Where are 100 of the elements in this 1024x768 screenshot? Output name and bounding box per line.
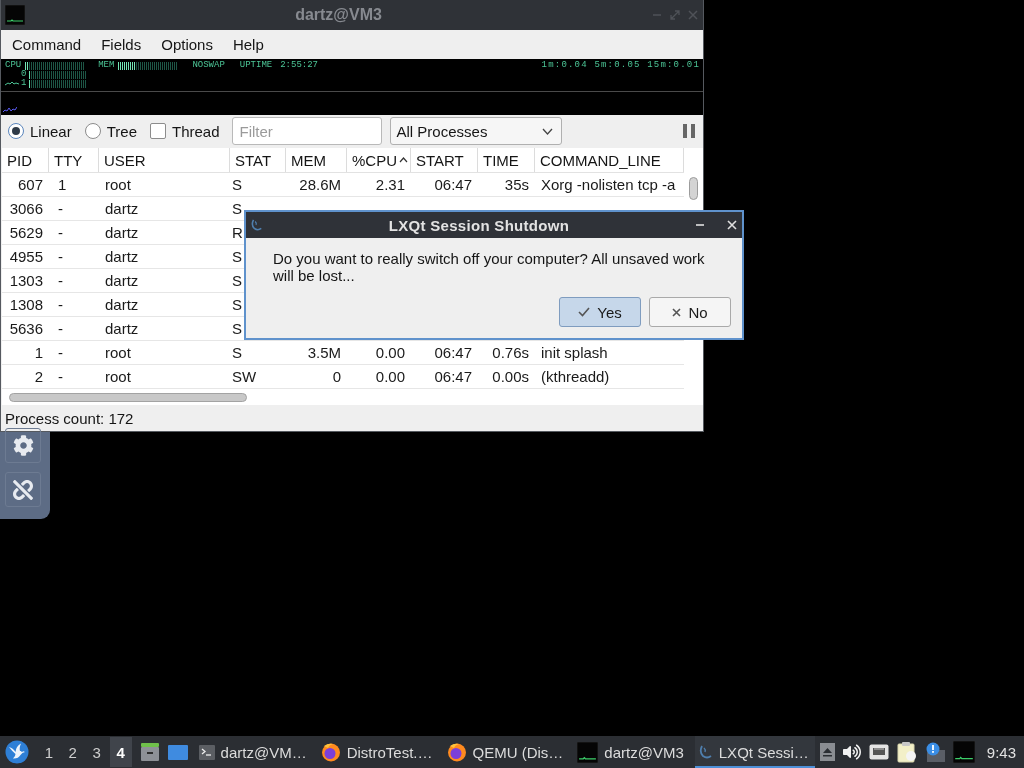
column-header[interactable]: %CPU: [347, 148, 411, 172]
memory-history-sparkline: [3, 105, 17, 113]
cpu-history-sparkline: [5, 81, 19, 86]
taskbar-button[interactable]: LXQt Sessi…: [694, 736, 815, 768]
pause-icon[interactable]: [683, 124, 695, 138]
desktop-switcher-button[interactable]: 1: [37, 737, 60, 767]
broken-link-icon: [13, 479, 33, 500]
table-cell: 1: [34, 344, 43, 361]
file-cabinet-icon[interactable]: [139, 742, 160, 762]
core-label: 1: [21, 79, 26, 88]
cross-icon: [672, 307, 682, 317]
menu-item[interactable]: Command: [2, 31, 92, 58]
system-monitor-icon: [5, 5, 25, 25]
radio-button[interactable]: Linear: [8, 122, 72, 140]
table-cell: 3.5M: [307, 344, 341, 361]
table-cell: 06:47: [434, 176, 472, 193]
table-cell: 06:47: [434, 344, 472, 361]
eject-icon[interactable]: [819, 743, 835, 761]
dialog-button[interactable]: Yes: [559, 297, 641, 327]
column-header[interactable]: PID: [2, 148, 49, 172]
checkbox[interactable]: Thread: [150, 122, 220, 140]
start-menu-button[interactable]: [4, 739, 30, 765]
taskbar-button[interactable]: DistroTest.…: [317, 736, 439, 768]
table-cell: 2.31: [375, 176, 405, 193]
table-cell: 35s: [504, 176, 529, 193]
table-cell: -: [58, 344, 63, 361]
swirl-logo-icon: [250, 218, 263, 232]
table-cell: 0: [332, 368, 341, 385]
table-cell: (kthreadd): [541, 368, 610, 385]
taskbar-button[interactable]: dartz@VM…: [195, 736, 313, 768]
table-cell: S: [232, 200, 242, 217]
table-cell: root: [105, 344, 131, 361]
column-header[interactable]: COMMAND_LINE: [535, 148, 684, 172]
table-cell: Xorg -nolisten tcp -a: [541, 176, 676, 193]
scrollbar-thumb[interactable]: [9, 392, 247, 402]
clipboard-icon[interactable]: [896, 741, 917, 763]
menu-item[interactable]: Options: [151, 31, 223, 58]
desktop-switcher-button[interactable]: 2: [61, 737, 84, 767]
unlink-button[interactable]: [5, 472, 41, 507]
uptime-value: 2:55:27: [280, 61, 319, 70]
core-label: 0: [21, 70, 26, 79]
table-cell: 06:47: [434, 368, 472, 385]
process-scope-dropdown[interactable]: All Processes: [389, 117, 562, 145]
dialog-message: Do you want to really switch off your computer? All unsaved work will be lost...: [273, 250, 706, 284]
menu-item[interactable]: Fields: [91, 31, 152, 58]
scrollbar-thumb[interactable]: [689, 177, 698, 200]
table-cell: -: [58, 224, 63, 241]
swirl-logo-icon: [697, 744, 713, 760]
taskbar-button[interactable]: QEMU (Dis…: [443, 736, 570, 768]
meter-label: MEM: [98, 61, 115, 70]
table-cell: 0.00: [375, 368, 405, 385]
column-header[interactable]: START: [411, 148, 478, 172]
column-header[interactable]: TIME: [478, 148, 535, 172]
table-cell: dartz: [105, 320, 139, 337]
clock: 9:43: [986, 743, 1016, 761]
table-cell: 0.00: [375, 344, 405, 361]
column-header[interactable]: TTY: [49, 148, 99, 172]
table-cell: 28.6M: [299, 176, 341, 193]
status-text: Process count: 172: [5, 409, 134, 427]
table-cell: R: [232, 224, 243, 241]
desktop-switcher-button[interactable]: 4: [109, 737, 132, 767]
bird-logo-icon: [4, 740, 29, 764]
table-cell: S: [232, 248, 242, 265]
radio-button[interactable]: Tree: [84, 122, 137, 140]
chevron-down-icon: [541, 127, 553, 135]
column-header[interactable]: USER: [99, 148, 230, 172]
notification-icon[interactable]: [924, 742, 945, 762]
table-cell: root: [105, 368, 131, 385]
terminal-icon: [198, 744, 215, 760]
table-cell: -: [58, 320, 63, 337]
load-average: 1m:0.04 5m:0.05 15m:0.01: [541, 61, 700, 70]
table-cell: 1: [58, 176, 67, 193]
desktop-switcher-button[interactable]: 3: [85, 737, 108, 767]
taskbar-button[interactable]: dartz@VM3: [574, 736, 690, 768]
column-header[interactable]: MEM: [286, 148, 347, 172]
table-cell: root: [105, 176, 131, 193]
settings-button[interactable]: [5, 428, 41, 463]
table-cell: 607: [17, 176, 43, 193]
speaker-icon[interactable]: [842, 743, 861, 761]
table-cell: -: [58, 200, 63, 217]
table-cell: 1303: [9, 272, 43, 289]
table-cell: dartz: [105, 200, 139, 217]
table-cell: 4955: [9, 248, 43, 265]
filter-field[interactable]: Filter: [231, 117, 382, 145]
table-cell: -: [58, 248, 63, 265]
table-cell: 3066: [9, 200, 43, 217]
table-cell: dartz: [105, 224, 139, 241]
table-cell: dartz: [105, 296, 139, 313]
dialog-button[interactable]: No: [649, 297, 731, 327]
column-header[interactable]: STAT: [230, 148, 286, 172]
menu-item[interactable]: Help: [222, 31, 274, 58]
table-cell: -: [58, 368, 63, 385]
table-cell: SW: [232, 368, 257, 385]
network-port-icon[interactable]: [868, 744, 889, 760]
checkmark-icon: [578, 307, 591, 317]
table-cell: S: [232, 320, 242, 337]
screen-icon[interactable]: [167, 744, 188, 760]
table-cell: 5629: [9, 224, 43, 241]
table-cell: 0.76s: [492, 344, 529, 361]
settings-icon: [12, 435, 34, 456]
